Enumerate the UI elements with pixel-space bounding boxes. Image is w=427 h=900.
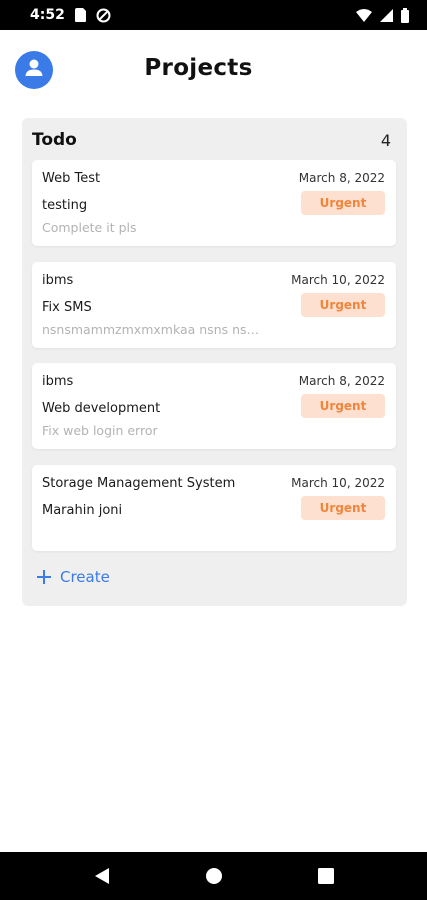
task-card[interactable]: Web Test March 8, 2022 testing Complete … <box>32 160 396 246</box>
column-title: Todo <box>32 130 77 150</box>
page-title: Projects <box>144 55 253 81</box>
status-right <box>356 7 409 23</box>
priority-badge: Urgent <box>301 496 385 520</box>
create-label: Create <box>60 568 110 586</box>
priority-badge: Urgent <box>301 191 385 215</box>
wifi-icon <box>356 8 372 22</box>
plus-icon <box>36 569 52 585</box>
card-date: March 8, 2022 <box>298 374 385 388</box>
sim-card-icon <box>74 8 86 22</box>
priority-badge: Urgent <box>301 394 385 418</box>
card-date: March 10, 2022 <box>291 273 385 287</box>
status-time: 4:52 <box>30 7 65 23</box>
status-bar: 4:52 <box>0 0 427 30</box>
card-task: testing <box>42 198 88 213</box>
app-header: Projects <box>0 30 427 110</box>
card-project: ibms <box>42 374 74 389</box>
card-task: Web development <box>42 401 161 416</box>
card-task: Fix SMS <box>42 300 92 315</box>
card-project: Storage Management System <box>42 476 236 491</box>
status-left: 4:52 <box>30 7 111 23</box>
create-button[interactable]: Create <box>36 568 110 586</box>
column-count: 4 <box>380 130 391 150</box>
data-saver-icon <box>96 8 111 23</box>
task-card[interactable]: Storage Management System March 10, 2022… <box>32 465 396 551</box>
card-description: Fix web login error <box>42 423 158 438</box>
priority-badge: Urgent <box>301 293 385 317</box>
column-header: Todo 4 <box>32 128 391 152</box>
card-date: March 8, 2022 <box>298 171 385 185</box>
card-description: Complete it pls <box>42 220 137 235</box>
back-icon[interactable] <box>90 864 114 888</box>
card-project: ibms <box>42 273 74 288</box>
home-icon[interactable] <box>202 864 226 888</box>
task-card[interactable]: ibms March 8, 2022 Web development Fix w… <box>32 363 396 449</box>
card-date: March 10, 2022 <box>291 476 385 490</box>
card-task: Marahin joni <box>42 503 123 518</box>
battery-icon <box>401 7 409 23</box>
signal-icon <box>380 8 393 22</box>
card-project: Web Test <box>42 171 101 186</box>
system-nav-bar <box>0 852 427 900</box>
recents-icon[interactable] <box>314 864 338 888</box>
task-card[interactable]: ibms March 10, 2022 Fix SMS nsnsmammzmxm… <box>32 262 396 348</box>
card-description: nsnsmammzmxmxmkaa nsns ns… <box>42 322 260 337</box>
todo-column: Todo 4 Web Test March 8, 2022 testing Co… <box>22 118 407 606</box>
